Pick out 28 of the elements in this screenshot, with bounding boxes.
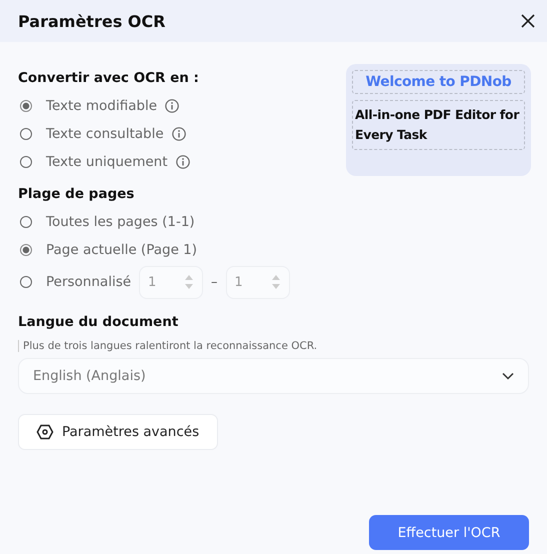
chevron-down-icon (502, 372, 514, 380)
option-label: Toutes les pages (1-1) (46, 214, 195, 230)
option-label: Texte uniquement (46, 154, 168, 170)
banner-headline: Welcome to PDNob (352, 70, 525, 94)
option-label: Page actuelle (Page 1) (46, 242, 198, 258)
close-icon[interactable] (521, 14, 535, 28)
radio-button[interactable] (20, 128, 32, 140)
radio-button[interactable] (20, 156, 32, 168)
hexagon-nut-icon (36, 424, 54, 440)
run-ocr-button[interactable]: Effectuer l'OCR (369, 515, 529, 550)
range-separator: – (211, 274, 218, 290)
info-icon[interactable] (176, 155, 190, 169)
info-icon[interactable] (165, 99, 180, 113)
section-heading: Convertir avec OCR en : (18, 70, 199, 86)
option-label: Texte consultable (46, 126, 164, 142)
radio-button[interactable] (20, 216, 32, 228)
section-heading: Langue du document (18, 314, 180, 330)
radio-button[interactable] (20, 244, 32, 256)
section-heading: Plage de pages (18, 186, 136, 202)
advanced-settings-button[interactable]: Paramètres avancés (18, 414, 218, 450)
info-icon[interactable] (172, 127, 186, 141)
hint-text: Plus de trois langues ralentiront la reconnaissance OCR. (18, 340, 529, 352)
dialog-title: Paramètres OCR (18, 12, 166, 30)
radio-button[interactable] (20, 100, 32, 112)
banner-tagline: All-in-one PDF Editor for Every Task (352, 100, 525, 150)
language-dropdown[interactable]: English (Anglais) (18, 358, 529, 394)
option-label: Personnalisé (46, 274, 132, 290)
option-label: Texte modifiable (46, 98, 158, 114)
